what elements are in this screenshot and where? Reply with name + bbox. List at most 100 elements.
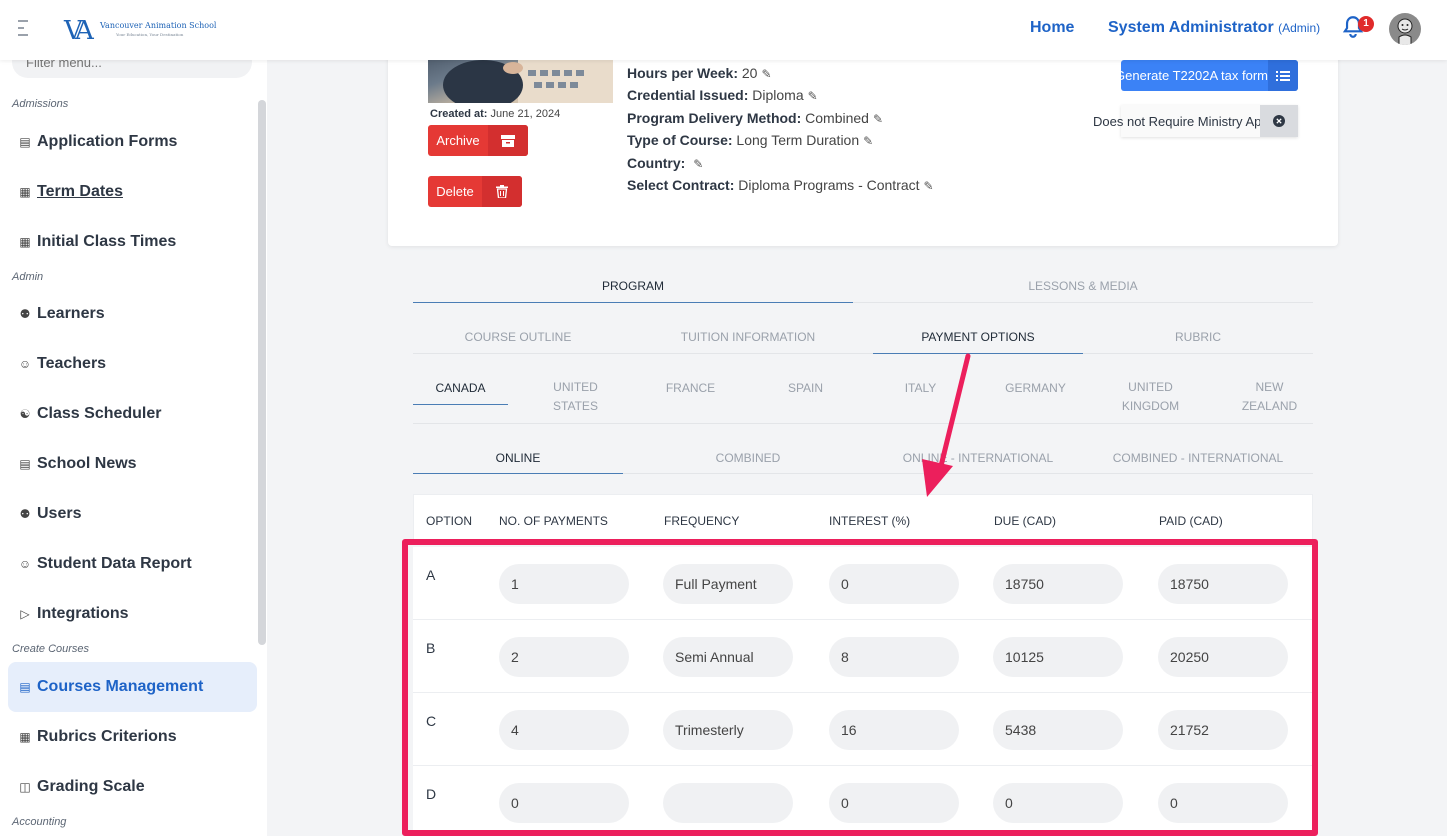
archive-label: Archive [436, 133, 480, 148]
payments-count-field[interactable]: 2 [499, 637, 629, 677]
detail-label: Country: [627, 154, 686, 171]
pencil-icon[interactable]: ✎ [808, 85, 820, 103]
menu-toggle-icon[interactable] [18, 20, 30, 38]
notification-badge: 1 [1358, 16, 1374, 32]
detail-value: Long Term Duration [736, 132, 860, 149]
sidebar-item-grading-scale[interactable]: ◫ Grading Scale [8, 762, 257, 812]
interest-field[interactable]: 0 [829, 783, 959, 823]
avatar[interactable] [1389, 13, 1421, 45]
generate-tax-form-label: Generate T2202A tax form [1121, 68, 1268, 83]
sidebar-item-label: Integrations [37, 605, 129, 622]
tab-payment-options[interactable]: PAYMENT OPTIONS [873, 321, 1083, 354]
due-field[interactable]: 0 [993, 783, 1123, 823]
tab-canada[interactable]: CANADA [413, 372, 508, 405]
home-link[interactable]: Home [1030, 19, 1074, 37]
logo-name: Vancouver Animation School [100, 21, 217, 30]
interest-field[interactable]: 8 [829, 637, 959, 677]
table-row: A 1 Full Payment 0 18750 18750 [413, 547, 1313, 620]
country-tabs: CANADA UNITED STATES FRANCE SPAIN ITALY … [413, 372, 1313, 424]
sidebar-item-application-forms[interactable]: ▤ Application Forms [8, 117, 257, 167]
sidebar-item-label: Initial Class Times [37, 233, 177, 250]
calendar-icon: ▦ [19, 235, 31, 249]
tab-program[interactable]: PROGRAM [413, 270, 853, 303]
sidebar-item-label: Teachers [37, 355, 107, 372]
tab-spain[interactable]: SPAIN [738, 372, 873, 423]
sidebar-item-initial-class-times[interactable]: ▦ Initial Class Times [8, 217, 257, 267]
table-row: C 4 Trimesterly 16 5438 21752 [413, 693, 1313, 766]
tab-online-international[interactable]: ONLINE - INTERNATIONAL [873, 442, 1083, 473]
pencil-icon[interactable]: ✎ [761, 63, 773, 81]
tab-lessons-media[interactable]: LESSONS & MEDIA [853, 270, 1313, 302]
tab-france[interactable]: FRANCE [643, 372, 738, 423]
frequency-field[interactable]: Full Payment [663, 564, 793, 604]
filter-menu-input[interactable] [12, 60, 252, 78]
school-logo[interactable]: VA Vancouver Animation School Your Educa… [64, 14, 216, 46]
sidebar-item-class-scheduler[interactable]: ☯ Class Scheduler [8, 389, 257, 439]
user-menu[interactable]: System Administrator (Admin) [1108, 19, 1320, 37]
newspaper-icon: ▤ [19, 457, 31, 471]
detail-value: Combined [805, 109, 869, 126]
interest-field[interactable]: 16 [829, 710, 959, 750]
interest-field[interactable]: 0 [829, 564, 959, 604]
archive-button[interactable]: Archive [428, 125, 528, 156]
sidebar-item-courses-management[interactable]: ▤ Courses Management [8, 662, 257, 712]
tab-course-outline[interactable]: COURSE OUTLINE [413, 321, 623, 353]
sidebar-item-school-news[interactable]: ▤ School News [8, 439, 257, 489]
header-interest: INTEREST (%) [829, 514, 911, 528]
due-field[interactable]: 18750 [993, 564, 1123, 604]
tab-combined[interactable]: COMBINED [623, 442, 873, 473]
ministry-approval-toggle[interactable]: Does not Require Ministry Approval [1093, 105, 1298, 137]
sidebar-item-label: Users [37, 505, 82, 522]
share-icon: ☯ [19, 407, 31, 421]
course-details: Hours per Week: 20 ✎ Credential Issued: D… [627, 62, 936, 196]
sidebar-item-learners[interactable]: ⚉ Learners [8, 289, 257, 339]
sidebar-item-users[interactable]: ⚉ Users [8, 489, 257, 539]
sidebar-item-label: Grading Scale [37, 778, 145, 795]
sidebar-item-teachers[interactable]: ☺ Teachers [8, 339, 257, 389]
tab-tuition-information[interactable]: TUITION INFORMATION [623, 321, 873, 353]
payments-count-field[interactable]: 1 [499, 564, 629, 604]
users-icon: ⚉ [19, 507, 31, 521]
paid-field[interactable]: 20250 [1158, 637, 1288, 677]
payments-count-field[interactable]: 0 [499, 783, 629, 823]
detail-value: Diploma Programs - Contract [738, 177, 920, 194]
detail-country: Country: ✎ [627, 152, 936, 174]
frequency-field[interactable]: Semi Annual [663, 637, 793, 677]
delete-button[interactable]: Delete [428, 176, 522, 207]
tab-germany[interactable]: GERMANY [968, 372, 1103, 423]
pencil-icon[interactable]: ✎ [924, 175, 936, 193]
grid-icon: ▦ [19, 730, 31, 744]
pencil-icon[interactable]: ✎ [863, 130, 875, 148]
frequency-field[interactable]: Trimesterly [663, 710, 793, 750]
paid-field[interactable]: 21752 [1158, 710, 1288, 750]
paid-field[interactable]: 0 [1158, 783, 1288, 823]
sidebar-item-rubrics-criterions[interactable]: ▦ Rubrics Criterions [8, 712, 257, 762]
tab-combined-international[interactable]: COMBINED - INTERNATIONAL [1083, 442, 1313, 473]
due-field[interactable]: 10125 [993, 637, 1123, 677]
paid-field[interactable]: 18750 [1158, 564, 1288, 604]
pencil-icon[interactable]: ✎ [693, 153, 705, 171]
table-row: B 2 Semi Annual 8 10125 20250 [413, 620, 1313, 693]
sidebar: Admissions ▤ Application Forms ▦ Term Date… [0, 60, 267, 836]
pencil-icon[interactable]: ✎ [873, 108, 885, 126]
sidebar-item-term-dates[interactable]: ▦ Term Dates [8, 167, 257, 217]
user-icon: ☺ [18, 557, 32, 571]
sidebar-item-student-data-report[interactable]: ☺ Student Data Report [8, 539, 257, 589]
payments-count-field[interactable]: 4 [499, 710, 629, 750]
sidebar-item-label: Application Forms [37, 133, 178, 150]
tab-rubric[interactable]: RUBRIC [1083, 321, 1313, 353]
tab-new-zealand[interactable]: NEW ZEALAND [1198, 369, 1313, 423]
tab-italy[interactable]: ITALY [873, 372, 968, 423]
tab-online[interactable]: ONLINE [413, 442, 623, 474]
frequency-field[interactable] [663, 783, 793, 823]
generate-tax-form-button[interactable]: Generate T2202A tax form [1121, 60, 1298, 91]
detail-label: Hours per Week: [627, 65, 738, 81]
document-icon: ▤ [19, 680, 31, 694]
tab-united-states[interactable]: UNITED STATES [508, 369, 643, 423]
sidebar-item-integrations[interactable]: ▷ Integrations [8, 589, 257, 639]
due-field[interactable]: 5438 [993, 710, 1123, 750]
delivery-tabs: ONLINE COMBINED ONLINE - INTERNATIONAL C… [413, 442, 1313, 474]
tab-united-kingdom[interactable]: UNITED KINGDOM [1103, 369, 1198, 423]
detail-label: Program Delivery Method: [627, 109, 802, 126]
sidebar-scrollbar[interactable] [258, 100, 266, 645]
